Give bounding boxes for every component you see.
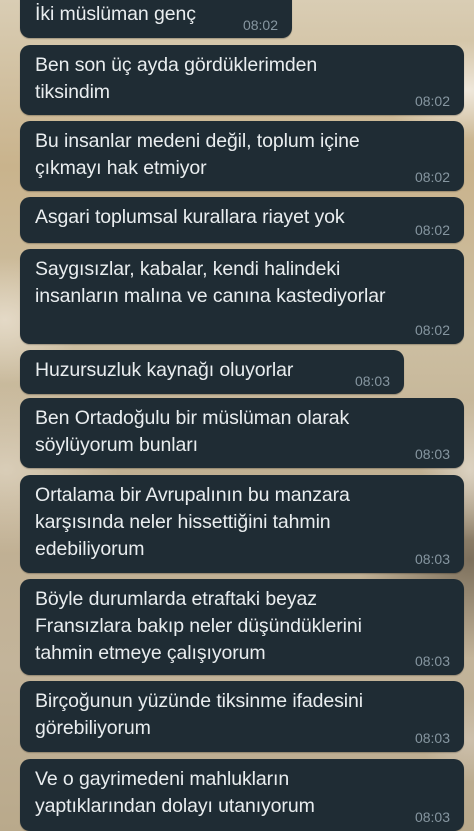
message-time: 08:02	[414, 93, 450, 109]
message-time: 08:03	[414, 446, 450, 462]
message-bubble[interactable]: Ben Ortadoğulu bir müslüman olarak söylü…	[20, 398, 464, 468]
message-time: 08:03	[414, 730, 450, 746]
message-time: 08:02	[242, 17, 278, 33]
message-bubble[interactable]: Ortalama bir Avrupalının bu manzara karş…	[20, 475, 464, 573]
message-bubble[interactable]: Saygısızlar, kabalar, kendi halindeki in…	[20, 249, 464, 344]
message-text: İki müslüman genç	[35, 3, 196, 25]
message-text: Ben son üç ayda gördüklerimden tiksindim	[35, 54, 318, 103]
message-bubble[interactable]: Ben son üç ayda gördüklerimden tiksindim…	[20, 45, 464, 115]
message-bubble[interactable]: Asgari toplumsal kurallara riayet yok 08…	[20, 197, 464, 243]
message-time: 08:02	[414, 169, 450, 185]
message-time: 08:03	[414, 809, 450, 825]
message-bubble[interactable]: Böyle durumlarda etraftaki beyaz Fransız…	[20, 579, 464, 675]
message-bubble[interactable]: Ve o gayrimedeni mahlukların yaptıkların…	[20, 759, 464, 831]
message-text: Asgari toplumsal kurallara riayet yok	[35, 206, 345, 228]
message-text: Ben Ortadoğulu bir müslüman olarak söylü…	[35, 407, 350, 456]
message-text: Birçoğunun yüzünde tiksinme ifadesini gö…	[35, 690, 363, 739]
message-bubble[interactable]: Bu insanlar medeni değil, toplum içine ç…	[20, 121, 464, 191]
message-text: Ve o gayrimedeni mahlukların yaptıkların…	[35, 768, 315, 817]
message-bubble[interactable]: Huzursuzluk kaynağı oluyorlar 08:03	[20, 350, 404, 394]
message-time: 08:02	[414, 322, 450, 338]
message-bubble[interactable]: İki müslüman genç 08:02	[20, 0, 292, 38]
message-bubble[interactable]: Birçoğunun yüzünde tiksinme ifadesini gö…	[20, 681, 464, 752]
message-time: 08:03	[354, 373, 390, 389]
message-time: 08:03	[414, 653, 450, 669]
message-time: 08:03	[414, 551, 450, 567]
message-text: Saygısızlar, kabalar, kendi halindeki in…	[35, 258, 386, 307]
message-time: 08:02	[414, 222, 450, 238]
message-text: Huzursuzluk kaynağı oluyorlar	[35, 359, 294, 381]
message-text: Ortalama bir Avrupalının bu manzara karş…	[35, 484, 350, 560]
message-text: Böyle durumlarda etraftaki beyaz Fransız…	[35, 588, 362, 664]
message-text: Bu insanlar medeni değil, toplum içine ç…	[35, 130, 360, 179]
